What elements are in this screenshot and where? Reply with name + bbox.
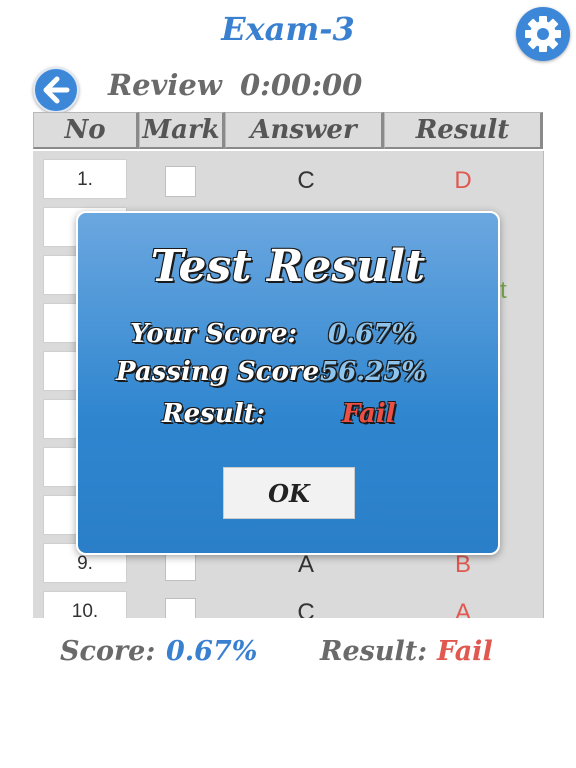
passing-score-value: 56.25% (320, 357, 427, 387)
result-value: D (454, 167, 472, 194)
exam-title: Exam-3 (221, 10, 355, 48)
column-header-mark: Mark (139, 112, 225, 149)
mark-checkbox[interactable] (165, 166, 196, 197)
table-row: 1. C D (33, 151, 543, 199)
ok-button[interactable]: OK (223, 467, 355, 519)
question-number-button[interactable]: 10. (43, 591, 127, 618)
result-value: A (454, 599, 471, 618)
score-label: Score: (60, 636, 156, 667)
review-label: Review (108, 68, 222, 102)
result-status-label: Result: (162, 399, 266, 429)
dialog-title: Test Result (150, 241, 426, 292)
gear-icon (525, 16, 561, 52)
table-row: 10. C A (33, 583, 543, 618)
answer-value: A (297, 551, 314, 578)
your-score-value: 0.67% (328, 319, 417, 349)
score-value: 0.67% (166, 636, 258, 667)
result-value: B (454, 551, 471, 578)
result-label: Result: (320, 636, 428, 667)
result-value-footer: Fail (437, 636, 493, 667)
settings-button[interactable] (516, 7, 570, 61)
answer-value: C (297, 167, 315, 194)
mark-checkbox[interactable] (165, 598, 196, 618)
answer-value: C (297, 599, 315, 618)
timer: 0:00:00 (240, 68, 363, 102)
column-header-answer: Answer (225, 112, 384, 149)
arrow-left-icon (43, 76, 70, 104)
question-number-button[interactable]: 1. (43, 159, 127, 199)
test-result-dialog: Test Result Your Score: 0.67% Passing Sc… (76, 211, 500, 555)
passing-score-label: Passing Score: (116, 357, 329, 387)
column-header-no: No (33, 112, 139, 149)
column-header-result: Result (384, 112, 543, 149)
partial-result-text: t (500, 277, 507, 304)
table-header: No Mark Answer Result (33, 112, 543, 149)
back-button[interactable] (33, 67, 79, 113)
your-score-label: Your Score: (130, 319, 298, 349)
result-status-value: Fail (342, 399, 396, 429)
